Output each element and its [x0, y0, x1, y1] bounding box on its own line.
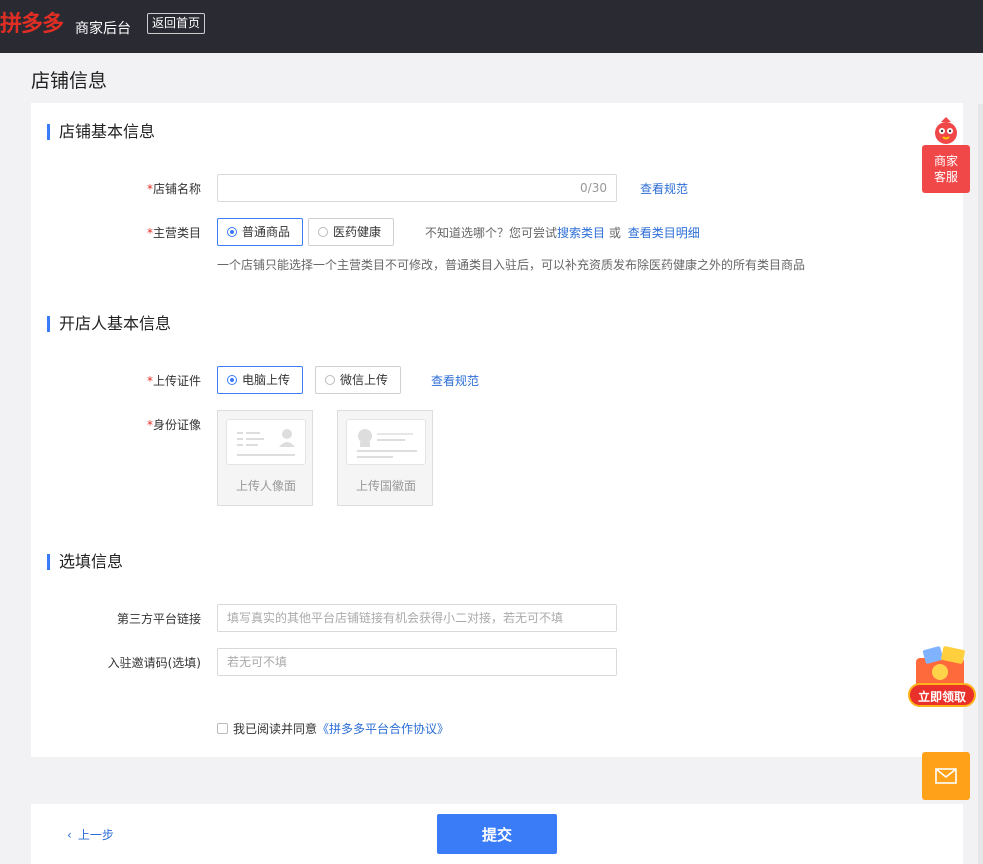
shop-name-counter: 0/30: [580, 181, 607, 195]
agreement-checkbox[interactable]: [217, 723, 228, 734]
chevron-left-icon: ‹: [67, 828, 72, 842]
shop-info-form: 店铺基本信息 *店铺名称 0/30 查看规范 *主营类目 普通商品 医药健康 不…: [31, 103, 963, 757]
radio-selected-icon: [227, 227, 237, 237]
search-category-link[interactable]: 搜索类目: [557, 226, 605, 240]
section-title-optional: 选填信息: [47, 554, 123, 570]
third-party-link-input[interactable]: 填写真实的其他平台店铺链接有机会获得小二对接，若无可不填: [217, 604, 617, 632]
upload-option-label: 电脑上传: [242, 373, 291, 387]
agreement-link[interactable]: 《拼多多平台合作协议》: [317, 722, 449, 736]
id-card-portrait-icon: [226, 419, 306, 465]
upload-option-label: 微信上传: [340, 373, 389, 387]
upload-cert-label: *上传证件: [146, 374, 201, 388]
upload-option-wechat[interactable]: 微信上传: [315, 366, 401, 394]
mascot-icon: [932, 116, 960, 146]
upload-portrait-label: 上传人像面: [235, 479, 296, 493]
category-detail-link[interactable]: 查看类目明细: [628, 226, 700, 240]
shop-name-label: *店铺名称: [146, 182, 201, 196]
scrollbar-track[interactable]: [978, 104, 983, 864]
prev-step-button[interactable]: ‹ 上一步: [67, 826, 114, 843]
brand-logo[interactable]: 拼多多: [0, 6, 64, 38]
category-option-general[interactable]: 普通商品: [217, 218, 303, 246]
agreement-text: 我已阅读并同意《拼多多平台合作协议》: [233, 722, 450, 736]
customer-service-button[interactable]: 商家客服: [922, 145, 970, 193]
footer-bar: ‹ 上一步 提交: [31, 804, 963, 864]
third-party-link-label: 第三方平台链接: [116, 612, 201, 626]
category-label: *主营类目: [146, 226, 201, 240]
shop-name-rules-link[interactable]: 查看规范: [640, 180, 688, 197]
cert-rules-link[interactable]: 查看规范: [431, 372, 479, 389]
brand-subtitle: 商家后台: [75, 21, 131, 37]
upload-emblem-label: 上传国徽面: [355, 479, 416, 493]
claim-now-button[interactable]: 立即领取: [908, 683, 976, 707]
radio-selected-icon: [227, 375, 237, 385]
mail-button[interactable]: [922, 752, 970, 800]
upload-option-computer[interactable]: 电脑上传: [217, 366, 303, 394]
category-option-label: 医药健康: [333, 225, 382, 239]
id-card-emblem-icon: [346, 419, 426, 465]
customer-service-label: 商家客服: [933, 154, 958, 184]
top-bar: 拼多多 商家后台 返回首页: [0, 0, 983, 53]
page-title: 店铺信息: [31, 70, 108, 92]
upload-emblem-side[interactable]: 上传国徽面: [337, 410, 433, 506]
radio-empty-icon: [318, 227, 328, 237]
id-photo-label: *身份证像: [146, 418, 201, 432]
category-note: 一个店铺只能选择一个主营类目不可修改，普通类目入驻后，可以补充资质发布除医药健康…: [217, 258, 806, 272]
submit-button[interactable]: 提交: [437, 814, 557, 854]
radio-empty-icon: [325, 375, 335, 385]
section-title-owner: 开店人基本信息: [47, 316, 171, 332]
invite-code-placeholder: 若无可不填: [227, 655, 288, 669]
category-option-label: 普通商品: [242, 225, 291, 239]
third-party-link-placeholder: 填写真实的其他平台店铺链接有机会获得小二对接，若无可不填: [227, 611, 564, 625]
invite-code-input[interactable]: 若无可不填: [217, 648, 617, 676]
category-hint: 不知道选哪个？您可尝试搜索类目 或 查看类目明细: [425, 226, 700, 240]
back-home-button[interactable]: 返回首页: [147, 13, 206, 34]
section-title-basic: 店铺基本信息: [47, 124, 155, 140]
mail-icon: [935, 768, 957, 784]
upload-portrait-side[interactable]: 上传人像面: [217, 410, 313, 506]
shop-name-input[interactable]: 0/30: [217, 174, 617, 202]
prev-step-label: 上一步: [77, 828, 114, 842]
invite-code-label: 入驻邀请码(选填): [107, 656, 201, 670]
category-option-medical[interactable]: 医药健康: [308, 218, 394, 246]
